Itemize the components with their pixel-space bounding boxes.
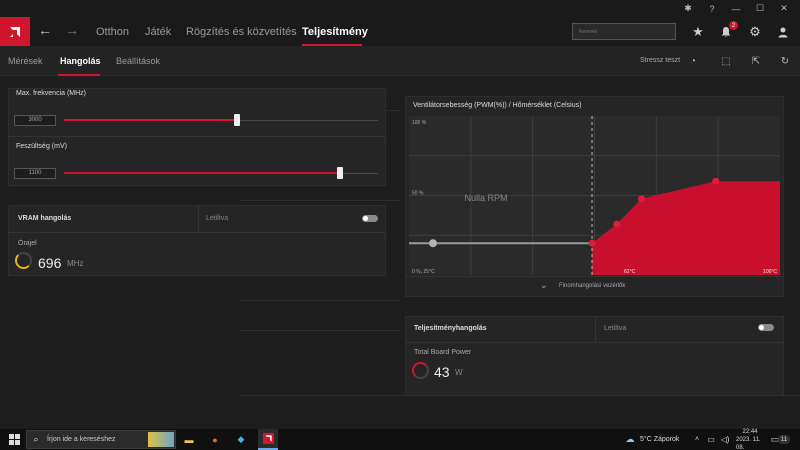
tab-record-stream[interactable]: Rögzítés és közvetítés [186, 26, 297, 38]
minimize-icon[interactable]: — [724, 0, 748, 17]
bug-icon[interactable]: ✱ [676, 0, 700, 17]
active-subtab-indicator [58, 74, 100, 76]
export-icon[interactable]: ⇱ [749, 54, 763, 68]
divider [405, 276, 784, 277]
max-frequency-slider-thumb[interactable] [233, 114, 240, 126]
notification-center-count: 11 [778, 435, 790, 444]
vram-clock-unit: MHz [67, 259, 84, 268]
subtab-tuning[interactable]: Hangolás [60, 56, 101, 66]
amd-software-taskbar-icon[interactable] [258, 429, 278, 450]
divider [595, 316, 596, 342]
fan-curve-point [613, 220, 621, 228]
app-icon[interactable]: ◆ [232, 429, 250, 450]
vram-tuning-toggle[interactable] [362, 215, 378, 222]
close-icon[interactable]: ✕ [772, 0, 796, 17]
voltage-slider-fill [64, 172, 341, 174]
clock-time: 22:44 [742, 428, 758, 435]
background-row [240, 300, 400, 301]
y-axis-bottom-label: 0 %, 25°C [412, 269, 435, 275]
search-icon: ⌕ [33, 434, 39, 444]
search-highlight-image [148, 432, 174, 447]
gauge-icon[interactable]: ◔ [686, 54, 700, 68]
total-board-power-label: Total Board Power [414, 349, 472, 356]
back-arrow-icon[interactable]: ← [38, 22, 52, 38]
voltage-value[interactable]: 1100 [14, 168, 56, 179]
file-explorer-icon[interactable]: ▬ [180, 429, 198, 450]
y-axis-mid-label: 50 % [412, 191, 424, 197]
background-row [240, 200, 400, 201]
voltage-slider-thumb[interactable] [337, 167, 344, 179]
x-axis-mid-label: 62°C [624, 269, 636, 275]
fan-curve-point [588, 239, 596, 247]
clock-date: 2023. 11. 08. [736, 436, 761, 450]
max-frequency-label: Max. frekvencia (MHz) [16, 90, 87, 97]
y-axis-top-label: 100 % [412, 120, 427, 126]
x-axis-end-label: 100°C [763, 269, 777, 275]
vram-clock-label: Órajel [18, 240, 37, 247]
windows-start-icon[interactable] [4, 429, 24, 450]
total-board-power-value: 43 [434, 364, 450, 380]
fan-curve-title: Ventilátorsebesség (PWM(%)) / Hőmérsékle… [413, 102, 582, 109]
weather-icon[interactable]: ☁ [622, 429, 638, 450]
tab-home[interactable]: Otthon [96, 26, 129, 38]
fine-tune-controls-link[interactable]: Finomhangolási vezérlők [559, 283, 625, 289]
subtab-settings[interactable]: Beállítások [116, 56, 160, 66]
divider [405, 342, 784, 343]
help-icon[interactable]: ? [700, 0, 724, 17]
maximize-icon[interactable]: ☐ [748, 0, 772, 17]
clock[interactable]: 22:44 2023. 11. 08. [736, 429, 764, 450]
tab-gaming[interactable]: Játék [145, 26, 171, 38]
fan-curve-chart[interactable]: 100 % 50 % 0 %, 25°C 62°C 100°C Nulla RPM [409, 116, 780, 275]
volume-icon[interactable]: ◁) [719, 429, 731, 450]
network-icon[interactable]: ▭ [705, 429, 717, 450]
fan-curve-point [712, 177, 720, 185]
notification-badge: 2 [729, 21, 738, 30]
forward-arrow-icon[interactable]: → [65, 22, 79, 38]
subtab-metrics[interactable]: Mérések [8, 56, 43, 66]
performance-tuning-title: Teljesítményhangolás [414, 325, 487, 332]
account-user-icon[interactable] [774, 23, 792, 41]
performance-tuning-state: Letiltva [604, 325, 627, 332]
vram-tuning-title: VRAM hangolás [18, 215, 72, 222]
max-frequency-value[interactable]: 3000 [14, 115, 56, 126]
firefox-icon[interactable]: ● [206, 429, 224, 450]
performance-tuning-toggle[interactable] [758, 324, 774, 331]
total-board-power-unit: W [455, 368, 463, 377]
favorites-star-icon[interactable]: ★ [689, 23, 707, 41]
chevron-up-icon[interactable]: ˄ [692, 429, 702, 450]
voltage-label: Feszültség (mV) [16, 143, 67, 150]
taskbar-search-placeholder: Írjon ide a kereséshez [47, 436, 116, 443]
chevron-down-icon[interactable]: ⌄ [540, 280, 548, 291]
tab-performance[interactable]: Teljesítmény [302, 26, 368, 38]
vram-clock-gauge-icon [15, 252, 32, 269]
board-power-gauge-icon [412, 362, 429, 379]
fan-curve-point [637, 195, 645, 203]
zero-rpm-handle [429, 239, 437, 248]
search-input[interactable] [572, 23, 676, 40]
zero-rpm-label: Nulla RPM [464, 193, 507, 203]
amd-logo-icon[interactable] [0, 17, 30, 46]
divider [8, 136, 386, 137]
vram-clock-value: 696 [38, 255, 62, 271]
stress-test-label[interactable]: Stressz teszt [640, 57, 680, 64]
reset-icon[interactable]: ↻ [778, 54, 792, 68]
max-frequency-slider-fill [64, 119, 237, 121]
save-icon[interactable]: ⬚ [719, 54, 733, 68]
background-row [240, 330, 400, 331]
divider [198, 205, 199, 232]
weather-text[interactable]: 5°C Záporok [640, 429, 679, 450]
vram-tuning-state: Letiltva [206, 215, 229, 222]
divider [8, 232, 386, 233]
settings-gear-icon[interactable]: ⚙ [746, 23, 764, 41]
